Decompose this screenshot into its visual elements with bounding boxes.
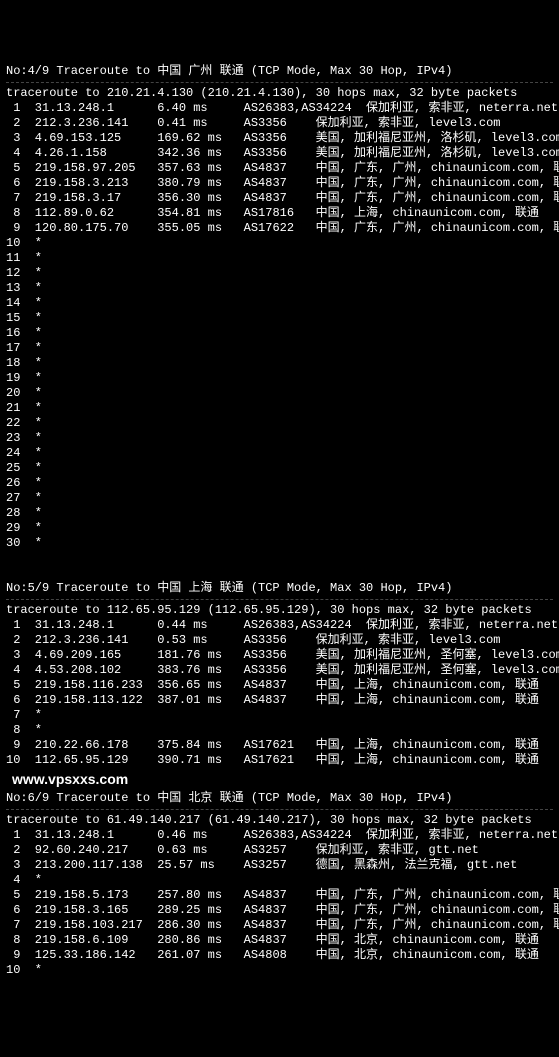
hop-row: 1 31.13.248.1 6.40 ms AS26383,AS34224 保加…: [6, 101, 553, 116]
hop-row: 6 219.158.3.165 289.25 ms AS4837 中国, 广东,…: [6, 903, 553, 918]
hop-row: 25 *: [6, 461, 553, 476]
hop-row: 10 112.65.95.129 390.71 ms AS17621 中国, 上…: [6, 753, 553, 768]
hop-row: 21 *: [6, 401, 553, 416]
trace-summary: traceroute to 210.21.4.130 (210.21.4.130…: [6, 86, 553, 101]
hop-row: 6 219.158.113.122 387.01 ms AS4837 中国, 上…: [6, 693, 553, 708]
hop-row: 5 219.158.97.205 357.63 ms AS4837 中国, 广东…: [6, 161, 553, 176]
trace-summary: traceroute to 112.65.95.129 (112.65.95.1…: [6, 603, 553, 618]
hop-row: 2 212.3.236.141 0.53 ms AS3356 保加利亚, 索非亚…: [6, 633, 553, 648]
hop-row: 1 31.13.248.1 0.44 ms AS26383,AS34224 保加…: [6, 618, 553, 633]
hop-row: 4 *: [6, 873, 553, 888]
hop-row: 4 4.53.208.102 383.76 ms AS3356 美国, 加利福尼…: [6, 663, 553, 678]
hop-row: 27 *: [6, 491, 553, 506]
hop-row: 17 *: [6, 341, 553, 356]
blank-line: [6, 551, 553, 566]
hop-row: 2 92.60.240.217 0.63 ms AS3257 保加利亚, 索非亚…: [6, 843, 553, 858]
trace-header: No:4/9 Traceroute to 中国 广州 联通 (TCP Mode,…: [6, 64, 553, 79]
hop-row: 23 *: [6, 431, 553, 446]
hop-row: 16 *: [6, 326, 553, 341]
hop-row: 12 *: [6, 266, 553, 281]
hop-row: 8 219.158.6.109 280.86 ms AS4837 中国, 北京,…: [6, 933, 553, 948]
hop-row: 7 219.158.3.17 356.30 ms AS4837 中国, 广东, …: [6, 191, 553, 206]
hop-row: 24 *: [6, 446, 553, 461]
hop-row: 3 4.69.153.125 169.62 ms AS3356 美国, 加利福尼…: [6, 131, 553, 146]
hop-row: 20 *: [6, 386, 553, 401]
hop-row: 14 *: [6, 296, 553, 311]
hop-row: 29 *: [6, 521, 553, 536]
hop-row: 5 219.158.5.173 257.80 ms AS4837 中国, 广东,…: [6, 888, 553, 903]
hop-row: 3 213.200.117.138 25.57 ms AS3257 德国, 黑森…: [6, 858, 553, 873]
separator: [6, 599, 553, 600]
trace-summary: traceroute to 61.49.140.217 (61.49.140.2…: [6, 813, 553, 828]
separator: [6, 82, 553, 83]
trace-header: No:5/9 Traceroute to 中国 上海 联通 (TCP Mode,…: [6, 581, 553, 596]
hop-row: 6 219.158.3.213 380.79 ms AS4837 中国, 广东,…: [6, 176, 553, 191]
hop-row: 7 219.158.103.217 286.30 ms AS4837 中国, 广…: [6, 918, 553, 933]
hop-row: 15 *: [6, 311, 553, 326]
hop-row: 10 *: [6, 963, 553, 978]
separator: [6, 809, 553, 810]
hop-row: 11 *: [6, 251, 553, 266]
hop-row: 26 *: [6, 476, 553, 491]
hop-row: 4 4.26.1.158 342.36 ms AS3356 美国, 加利福尼亚州…: [6, 146, 553, 161]
hop-row: 3 4.69.209.165 181.76 ms AS3356 美国, 加利福尼…: [6, 648, 553, 663]
hop-row: 8 112.89.0.62 354.81 ms AS17816 中国, 上海, …: [6, 206, 553, 221]
hop-row: 7 *: [6, 708, 553, 723]
terminal-output: No:4/9 Traceroute to 中国 广州 联通 (TCP Mode,…: [6, 64, 553, 978]
watermark: www.vpsxxs.com: [12, 772, 553, 787]
hop-row: 9 125.33.186.142 261.07 ms AS4808 中国, 北京…: [6, 948, 553, 963]
hop-row: 5 219.158.116.233 356.65 ms AS4837 中国, 上…: [6, 678, 553, 693]
hop-row: 13 *: [6, 281, 553, 296]
hop-row: 1 31.13.248.1 0.46 ms AS26383,AS34224 保加…: [6, 828, 553, 843]
hop-row: 8 *: [6, 723, 553, 738]
hop-row: 2 212.3.236.141 0.41 ms AS3356 保加利亚, 索非亚…: [6, 116, 553, 131]
trace-header: No:6/9 Traceroute to 中国 北京 联通 (TCP Mode,…: [6, 791, 553, 806]
hop-row: 30 *: [6, 536, 553, 551]
hop-row: 9 210.22.66.178 375.84 ms AS17621 中国, 上海…: [6, 738, 553, 753]
hop-row: 18 *: [6, 356, 553, 371]
hop-row: 10 *: [6, 236, 553, 251]
hop-row: 28 *: [6, 506, 553, 521]
hop-row: 22 *: [6, 416, 553, 431]
hop-row: 9 120.80.175.70 355.05 ms AS17622 中国, 广东…: [6, 221, 553, 236]
blank-line: [6, 566, 553, 581]
hop-row: 19 *: [6, 371, 553, 386]
